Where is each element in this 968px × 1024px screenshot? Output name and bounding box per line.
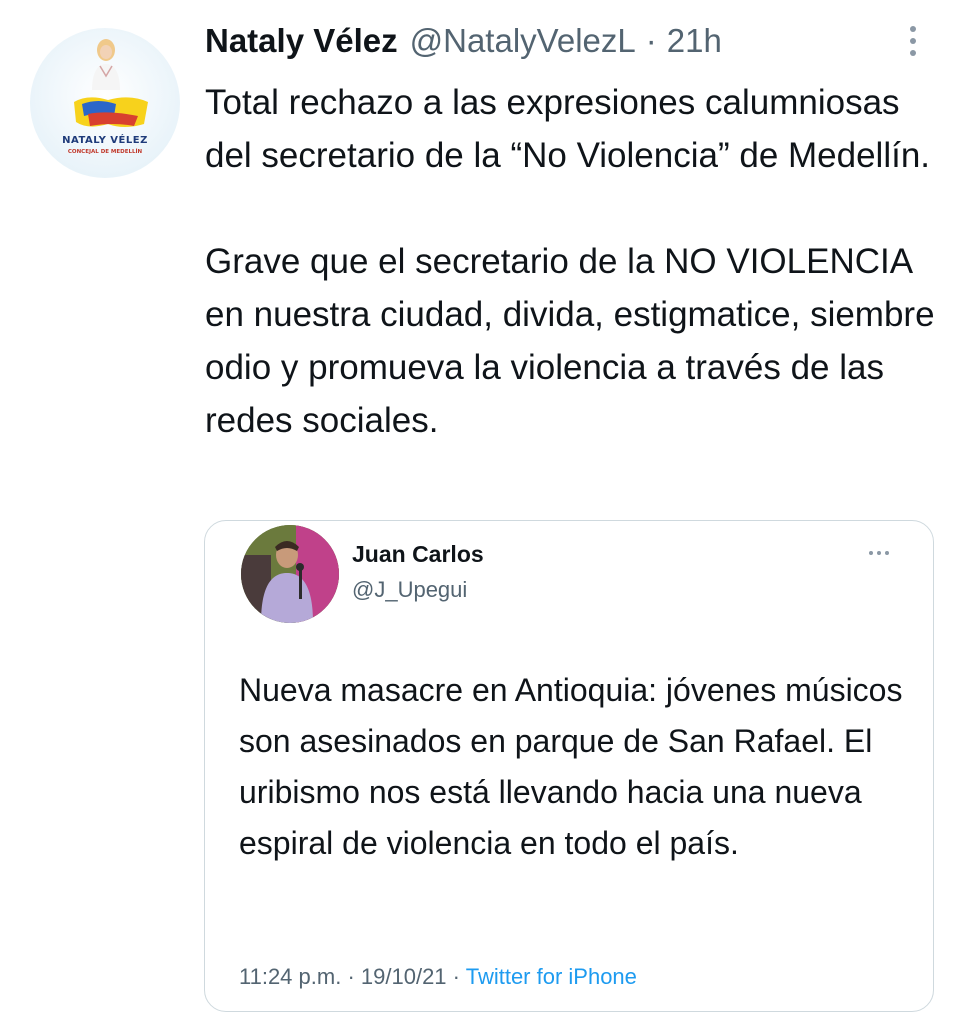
quoted-tweet-time[interactable]: 11:24 p.m. [239, 964, 341, 989]
author-avatar[interactable]: NATALY VÉLEZ CONCEJAL DE MEDELLÍN [30, 28, 180, 178]
avatar-person-image [92, 39, 120, 90]
meta-separator: · [347, 964, 355, 989]
meta-separator: · [452, 964, 460, 989]
tweet-header: Nataly Vélez @NatalyVelezL · 21h [205, 22, 722, 66]
quoted-author-avatar[interactable] [241, 525, 339, 623]
quoted-more-options-icon[interactable] [869, 551, 889, 555]
quoted-avatar-photo [241, 525, 339, 623]
quoted-tweet-meta: 11:24 p.m. · 19/10/21 · Twitter for iPho… [239, 964, 637, 990]
quoted-tweet-source[interactable]: Twitter for iPhone [466, 964, 637, 989]
tweet-paragraph: Total rechazo a las expresiones calumnio… [205, 83, 931, 175]
avatar-name-text: NATALY VÉLEZ [62, 135, 148, 146]
avatar-badge-graphic [74, 97, 148, 127]
author-handle[interactable]: @NatalyVelezL [410, 22, 636, 60]
tweet[interactable]: NATALY VÉLEZ CONCEJAL DE MEDELLÍN Nataly… [0, 0, 968, 1024]
header-separator: · [645, 22, 657, 59]
author-display-name[interactable]: Nataly Vélez [205, 22, 398, 60]
tweet-paragraph: Grave que el secretario de la NO VIOLENC… [205, 242, 935, 440]
quoted-author-name[interactable]: Juan Carlos [352, 541, 484, 568]
quoted-tweet-card[interactable]: Juan Carlos @J_Upegui Nueva masacre en A… [204, 520, 934, 1012]
quoted-tweet-text: Nueva masacre en Antioquia: jóvenes músi… [239, 672, 903, 861]
avatar-subtitle-text: CONCEJAL DE MEDELLÍN [67, 149, 143, 155]
tweet-text: Total rechazo a las expresiones calumnio… [205, 76, 945, 447]
tweet-timestamp[interactable]: 21h [667, 22, 722, 60]
quoted-tweet-date[interactable]: 19/10/21 [361, 964, 447, 989]
quoted-author-handle[interactable]: @J_Upegui [352, 577, 467, 603]
more-options-icon[interactable] [905, 26, 921, 62]
